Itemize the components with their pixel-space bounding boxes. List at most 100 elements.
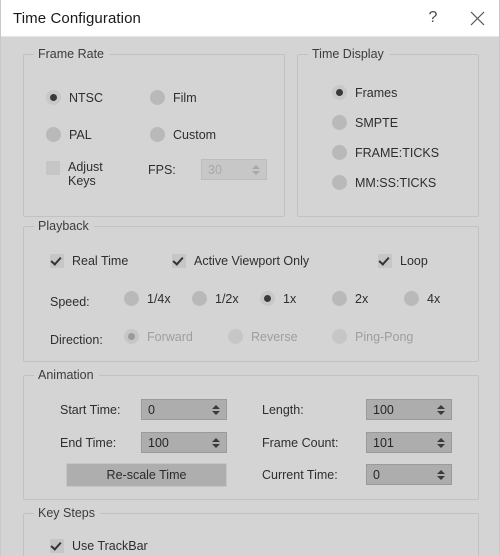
radio-direction-forward-dot — [124, 329, 139, 344]
current-time-spinner[interactable]: 0 — [366, 464, 452, 485]
end-time-label: End Time: — [60, 436, 117, 450]
radio-speed-2x-label: 2x — [355, 291, 369, 306]
group-frame-rate: Frame Rate NTSC Film PAL Custom Adjust K… — [23, 47, 285, 217]
length-value: 100 — [373, 402, 394, 417]
checkbox-loop-box — [378, 254, 392, 268]
radio-frames-dot — [332, 85, 347, 100]
group-animation: Animation Start Time: 0 End Time: 100 Re… — [23, 368, 479, 500]
radio-smpte-dot — [332, 115, 347, 130]
group-time-display: Time Display Frames SMPTE FRAME:TICKS MM… — [297, 47, 479, 217]
radio-custom-label: Custom — [173, 127, 217, 142]
start-time-spinner[interactable]: 0 — [141, 399, 227, 420]
end-time-spinner-arrows[interactable] — [208, 433, 226, 452]
group-key-steps: Key Steps Use TrackBar — [23, 506, 479, 556]
radio-direction-reverse-dot — [228, 329, 243, 344]
radio-mmss-ticks-label: MM:SS:TICKS — [355, 175, 437, 190]
checkbox-loop[interactable]: Loop — [378, 254, 428, 268]
title-bar: Time Configuration ? — [1, 0, 499, 37]
current-time-label: Current Time: — [262, 468, 338, 482]
close-icon[interactable] — [455, 0, 499, 36]
radio-frame-ticks[interactable]: FRAME:TICKS — [332, 145, 439, 160]
radio-speed-1x-label: 1x — [283, 291, 297, 306]
radio-film[interactable]: Film — [150, 90, 197, 105]
radio-speed-4x-dot — [404, 291, 419, 306]
radio-direction-forward-label: Forward — [147, 329, 193, 344]
radio-ntsc[interactable]: NTSC — [46, 90, 103, 105]
end-time-value: 100 — [148, 435, 169, 450]
radio-direction-ping-pong-dot — [332, 329, 347, 344]
radio-ntsc-dot — [46, 90, 61, 105]
radio-speed-1x[interactable]: 1x — [260, 291, 296, 306]
radio-pal[interactable]: PAL — [46, 127, 92, 142]
radio-film-label: Film — [173, 90, 197, 105]
radio-speed-4x[interactable]: 4x — [404, 291, 440, 306]
group-animation-legend: Animation — [34, 368, 99, 382]
radio-speed-half[interactable]: 1/2x — [192, 291, 239, 306]
group-playback-legend: Playback — [34, 219, 94, 233]
group-frame-rate-legend: Frame Rate — [34, 47, 109, 61]
fps-value: 30 — [208, 162, 222, 177]
radio-speed-2x[interactable]: 2x — [332, 291, 368, 306]
fps-spinner-arrows[interactable] — [248, 160, 266, 179]
checkbox-use-trackbar-label: Use TrackBar — [72, 539, 148, 553]
length-label: Length: — [262, 403, 304, 417]
radio-direction-ping-pong-label: Ping-Pong — [355, 329, 414, 344]
radio-frames-label: Frames — [355, 85, 398, 100]
checkbox-adjust-keys-label: Adjust Keys — [68, 160, 103, 188]
checkbox-real-time-label: Real Time — [72, 254, 129, 268]
checkbox-active-viewport-only[interactable]: Active Viewport Only — [172, 254, 309, 268]
radio-speed-quarter[interactable]: 1/4x — [124, 291, 171, 306]
radio-mmss-ticks[interactable]: MM:SS:TICKS — [332, 175, 436, 190]
radio-film-dot — [150, 90, 165, 105]
current-time-spinner-arrows[interactable] — [433, 465, 451, 484]
direction-label: Direction: — [50, 333, 103, 347]
radio-mmss-ticks-dot — [332, 175, 347, 190]
radio-direction-forward[interactable]: Forward — [124, 329, 193, 344]
start-time-spinner-arrows[interactable] — [208, 400, 226, 419]
radio-direction-reverse-label: Reverse — [251, 329, 298, 344]
radio-smpte[interactable]: SMPTE — [332, 115, 398, 130]
fps-label: FPS: — [148, 163, 176, 177]
radio-speed-quarter-dot — [124, 291, 139, 306]
help-icon[interactable]: ? — [411, 0, 455, 36]
rescale-time-button[interactable]: Re-scale Time — [66, 463, 227, 487]
checkbox-real-time[interactable]: Real Time — [50, 254, 128, 268]
length-spinner[interactable]: 100 — [366, 399, 452, 420]
checkbox-active-viewport-only-box — [172, 254, 186, 268]
radio-pal-dot — [46, 127, 61, 142]
checkbox-active-viewport-only-label: Active Viewport Only — [194, 254, 310, 268]
length-spinner-arrows[interactable] — [433, 400, 451, 419]
fps-spinner[interactable]: 30 — [201, 159, 267, 180]
frame-count-spinner-arrows[interactable] — [433, 433, 451, 452]
radio-custom[interactable]: Custom — [150, 127, 216, 142]
checkbox-loop-label: Loop — [400, 254, 428, 268]
checkbox-adjust-keys-box — [46, 161, 60, 175]
radio-direction-reverse[interactable]: Reverse — [228, 329, 298, 344]
dialog-title: Time Configuration — [13, 9, 141, 27]
speed-label: Speed: — [50, 295, 90, 309]
frame-count-label: Frame Count: — [262, 436, 339, 450]
checkbox-use-trackbar[interactable]: Use TrackBar — [50, 539, 148, 553]
start-time-value: 0 — [148, 402, 155, 417]
radio-pal-label: PAL — [69, 127, 92, 142]
time-configuration-dialog: Time Configuration ? Frame Rate NTSC Fil… — [0, 0, 500, 556]
group-time-display-legend: Time Display — [308, 47, 389, 61]
radio-direction-ping-pong[interactable]: Ping-Pong — [332, 329, 413, 344]
checkbox-adjust-keys[interactable]: Adjust Keys — [46, 160, 120, 188]
start-time-label: Start Time: — [60, 403, 121, 417]
frame-count-spinner[interactable]: 101 — [366, 432, 452, 453]
radio-speed-half-label: 1/2x — [215, 291, 239, 306]
checkbox-use-trackbar-box — [50, 539, 64, 553]
end-time-spinner[interactable]: 100 — [141, 432, 227, 453]
group-key-steps-legend: Key Steps — [34, 506, 100, 520]
radio-speed-2x-dot — [332, 291, 347, 306]
radio-custom-dot — [150, 127, 165, 142]
radio-frames[interactable]: Frames — [332, 85, 397, 100]
radio-frame-ticks-label: FRAME:TICKS — [355, 145, 440, 160]
radio-speed-4x-label: 4x — [427, 291, 441, 306]
radio-speed-quarter-label: 1/4x — [147, 291, 171, 306]
frame-count-value: 101 — [373, 435, 394, 450]
radio-ntsc-label: NTSC — [69, 90, 104, 105]
checkbox-real-time-box — [50, 254, 64, 268]
group-playback: Playback Real Time Active Viewport Only … — [23, 219, 479, 362]
